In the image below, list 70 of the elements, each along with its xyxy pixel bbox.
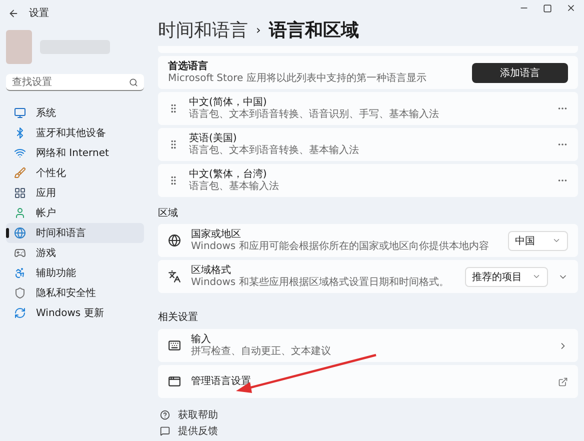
breadcrumb-parent[interactable]: 时间和语言 (158, 18, 248, 42)
shield-icon (14, 287, 26, 299)
update-icon (14, 307, 26, 319)
dropdown[interactable]: 推荐的项目 (465, 266, 548, 286)
sidebar-item[interactable]: 游戏 (6, 243, 144, 263)
drag-handle-icon[interactable] (168, 103, 179, 114)
language-row[interactable]: 中文(简体，中国) 语言包、文本到语音转换、语音识别、手写、基本输入法 (158, 92, 578, 125)
window-title: 设置 (29, 6, 49, 20)
close-button[interactable] (566, 3, 576, 13)
language-features: 语言包、文本到语音转换、基本输入法 (189, 144, 360, 156)
window-icon (168, 375, 181, 388)
sidebar-item[interactable]: 应用 (6, 183, 144, 203)
maximize-button[interactable] (543, 4, 552, 12)
chevron-down-icon (532, 272, 541, 281)
setting-title: 输入 (191, 334, 211, 346)
language-row[interactable]: 英语(美国) 语言包、文本到语音转换、基本输入法 (158, 128, 578, 161)
setting-description: 拼写检查、自动更正、文本建议 (191, 346, 332, 358)
drag-handle-icon[interactable] (168, 139, 179, 150)
accessibility-icon (14, 267, 26, 279)
bluetooth-icon (14, 127, 26, 139)
help-icon (160, 410, 170, 420)
language-format-icon (168, 270, 181, 283)
setting-description: Windows 和应用可能会根据你所在的国家或地区向你提供本地内容 (191, 240, 490, 252)
sidebar-item[interactable]: 时间和语言 (6, 223, 144, 243)
feedback-icon (160, 426, 170, 436)
settings-link-card[interactable]: 输入 拼写检查、自动更正、文本建议 (158, 329, 578, 362)
back-button[interactable] (8, 8, 19, 18)
sidebar-item[interactable]: 蓝牙和其他设备 (6, 123, 144, 143)
page-title: 语言和区域 (268, 19, 359, 42)
dropdown[interactable]: 中国 (508, 230, 568, 250)
setting-title: 区域格式 (191, 264, 232, 276)
apps-grid-icon (14, 187, 26, 199)
section-heading: 区域 (158, 206, 179, 220)
user-icon (14, 207, 26, 219)
card-description: Microsoft Store 应用将以此列表中支持的第一种语言显示 (168, 72, 428, 84)
add-language-button[interactable]: 添加语言 (472, 62, 568, 82)
setting-title: 管理语言设置 (191, 376, 252, 388)
search-field[interactable]: 查找设置 (6, 74, 144, 91)
globe-icon (14, 227, 26, 239)
sidebar-item[interactable]: 网络和 Internet (6, 143, 144, 163)
footer-link[interactable]: 获取帮助 (178, 408, 218, 422)
card-title: 首选语言 (168, 60, 209, 72)
keyboard-icon (168, 339, 181, 352)
section-heading: 相关设置 (158, 310, 199, 324)
sidebar-item[interactable]: 帐户 (6, 203, 144, 223)
setting-title: 国家或地区 (191, 228, 242, 240)
breadcrumb-separator: › (256, 23, 261, 37)
sidebar-item[interactable]: 辅助功能 (6, 263, 144, 283)
sidebar-item[interactable]: Windows 更新 (6, 303, 144, 323)
chevron-down-icon (552, 236, 561, 245)
search-icon (129, 78, 138, 87)
footer-link[interactable]: 提供反馈 (178, 424, 218, 438)
drag-handle-icon[interactable] (168, 175, 179, 186)
language-features: 语言包、文本到语音转换、语音识别、手写、基本输入法 (189, 108, 440, 120)
sidebar-item[interactable]: 系统 (6, 103, 144, 123)
language-name: 英语(美国) (189, 132, 238, 144)
sidebar-item[interactable]: 隐私和安全性 (6, 283, 144, 303)
language-name: 中文(繁体，台湾) (189, 168, 268, 180)
setting-description: Windows 和某些应用根据区域格式设置日期和时间格式。 (191, 276, 450, 288)
language-name: 中文(简体，中国) (189, 96, 268, 108)
monitor-icon (14, 107, 26, 119)
globe-icon (168, 234, 181, 247)
brush-icon (14, 167, 26, 179)
gamepad-icon (14, 247, 26, 259)
sidebar-item[interactable]: 个性化 (6, 163, 144, 183)
settings-link-card[interactable]: 管理语言设置 (158, 365, 578, 398)
language-features: 语言包、基本输入法 (189, 180, 280, 192)
language-row[interactable]: 中文(繁体，台湾) 语言包、基本输入法 (158, 164, 578, 197)
external-link-icon (558, 376, 568, 386)
avatar-placeholder (6, 30, 32, 64)
